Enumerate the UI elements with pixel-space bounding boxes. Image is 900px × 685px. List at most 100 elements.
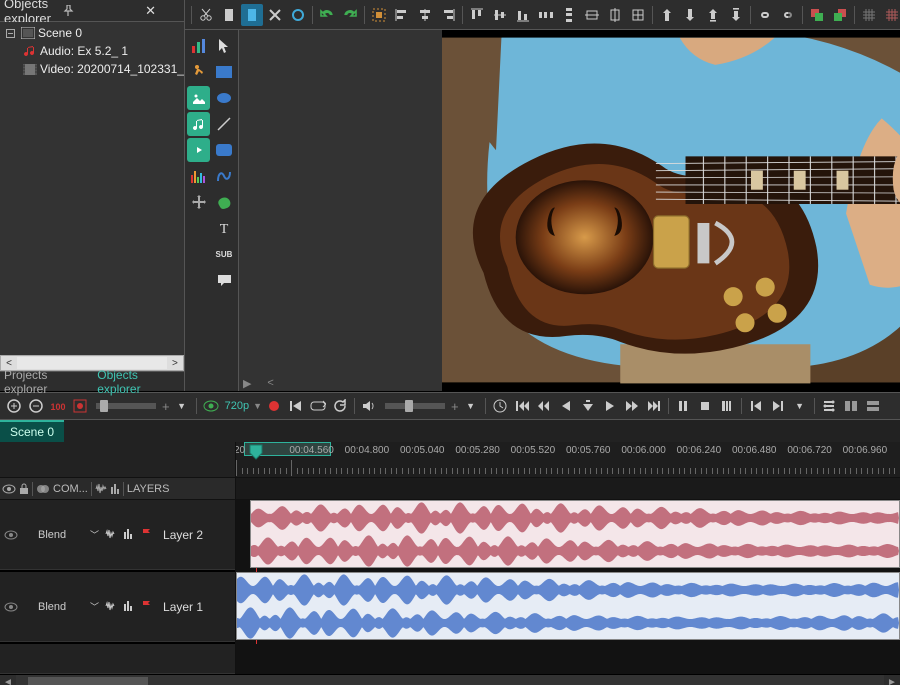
unlink-button[interactable]	[777, 4, 799, 26]
empty-track[interactable]	[0, 644, 235, 674]
group-selection-button[interactable]	[368, 4, 390, 26]
scroll-right-icon[interactable]: ►	[884, 675, 900, 685]
motion-tool-button[interactable]	[187, 60, 211, 84]
layer-name[interactable]: Layer 1	[163, 600, 203, 614]
link-button[interactable]	[754, 4, 776, 26]
image-tool-button[interactable]	[187, 86, 211, 110]
distribute-h-button[interactable]	[535, 4, 557, 26]
move-tool-button[interactable]	[187, 190, 211, 214]
send-to-back-button[interactable]	[725, 4, 747, 26]
step-f-button[interactable]	[717, 396, 737, 416]
bars-icon[interactable]	[110, 483, 120, 495]
same-width-button[interactable]	[581, 4, 603, 26]
rect-tool-button[interactable]	[241, 4, 263, 26]
zoom-dropdown-button[interactable]: ▼	[172, 396, 192, 416]
close-panel-button[interactable]: ✕	[121, 3, 180, 19]
blend-mode[interactable]: Blend	[38, 601, 86, 613]
tree-item-scene[interactable]: Scene 0	[0, 24, 184, 42]
grid-1-button[interactable]	[858, 4, 880, 26]
stop-2-button[interactable]	[695, 396, 715, 416]
align-center-h-button[interactable]	[414, 4, 436, 26]
blob-tool-button[interactable]	[212, 190, 236, 214]
blend-icon[interactable]	[36, 483, 50, 495]
rewind-button[interactable]	[534, 396, 554, 416]
text-tool-button[interactable]: T	[212, 216, 236, 240]
track-header[interactable]: Blend ﹀ Layer 1	[0, 572, 235, 642]
volume-dropdown-button[interactable]: ▼	[461, 396, 481, 416]
flag-icon[interactable]	[139, 601, 153, 612]
align-right-button[interactable]	[437, 4, 459, 26]
chevron-down-icon[interactable]: ﹀	[90, 528, 99, 541]
tree-item-audio[interactable]: Audio: Ex 5.2_ 1	[0, 42, 184, 60]
rectangle-tool-button[interactable]	[212, 60, 236, 84]
refresh-button[interactable]	[330, 396, 350, 416]
zoom-100-button[interactable]: 100	[48, 396, 68, 416]
settings-3-button[interactable]	[863, 396, 883, 416]
subtitle-tool-button[interactable]: SUB	[212, 242, 236, 266]
track-header[interactable]: Blend ﹀ Layer 2	[0, 500, 235, 570]
record-button[interactable]	[264, 396, 284, 416]
preview-eye-button[interactable]	[201, 396, 221, 416]
timeline-h-scrollbar[interactable]: ◄ ►	[0, 674, 900, 685]
marker-next-button[interactable]	[768, 396, 788, 416]
undo-button[interactable]	[316, 4, 338, 26]
preview-viewport[interactable]: ▶ <	[239, 30, 900, 391]
bars-icon[interactable]	[121, 529, 135, 540]
redo-button[interactable]	[339, 4, 361, 26]
waveform-icon[interactable]	[103, 529, 117, 540]
clone-1-button[interactable]	[806, 4, 828, 26]
align-bottom-button[interactable]	[512, 4, 534, 26]
audio-clip[interactable]	[236, 572, 900, 640]
scroll-left-icon[interactable]: ◄	[0, 675, 16, 685]
stop-button[interactable]	[578, 396, 598, 416]
bring-to-front-button[interactable]	[702, 4, 724, 26]
audio-tool-button[interactable]	[187, 112, 211, 136]
bring-forward-button[interactable]	[656, 4, 678, 26]
volume-button[interactable]	[359, 396, 379, 416]
layer-name[interactable]: Layer 2	[163, 528, 203, 542]
settings-1-button[interactable]	[819, 396, 839, 416]
flag-icon[interactable]	[139, 529, 153, 540]
distribute-v-button[interactable]	[558, 4, 580, 26]
comment-tool-button[interactable]	[212, 268, 236, 292]
minus-icon[interactable]	[2, 25, 18, 41]
eye-icon[interactable]	[4, 602, 20, 612]
settings-2-button[interactable]	[841, 396, 861, 416]
x-tool-button[interactable]	[264, 4, 286, 26]
fit-button[interactable]	[70, 396, 90, 416]
chevron-left-icon[interactable]: <	[267, 377, 273, 389]
circle-tool-button[interactable]	[287, 4, 309, 26]
clock-button[interactable]	[490, 396, 510, 416]
time-ruler[interactable]: 2000:04.56000:04.80000:05.04000:05.28000…	[236, 442, 900, 477]
prev-frame-button[interactable]	[556, 396, 576, 416]
waveform-icon[interactable]	[103, 601, 117, 612]
scroll-thumb[interactable]	[28, 677, 148, 685]
tree-item-video[interactable]: Video: 20200714_102331_	[0, 60, 184, 78]
tab-objects-explorer[interactable]: Objects explorer	[97, 368, 180, 396]
scene-tab[interactable]: Scene 0	[0, 420, 64, 442]
same-size-button[interactable]	[627, 4, 649, 26]
audio-clip[interactable]	[250, 500, 900, 568]
marker-dropdown-button[interactable]: ▼	[790, 396, 810, 416]
forward-button[interactable]	[622, 396, 642, 416]
align-top-button[interactable]	[466, 4, 488, 26]
equalizer-tool-button[interactable]	[187, 164, 211, 188]
same-height-button[interactable]	[604, 4, 626, 26]
zoom-out-button[interactable]	[26, 396, 46, 416]
volume-slider[interactable]	[385, 403, 445, 409]
go-start-button[interactable]	[512, 396, 532, 416]
quality-label[interactable]: 720p	[223, 400, 251, 412]
align-left-button[interactable]	[391, 4, 413, 26]
chart-tool-button[interactable]	[187, 34, 211, 58]
blend-mode[interactable]: Blend	[38, 529, 86, 541]
zoom-slider[interactable]	[96, 403, 156, 409]
zoom-in-button[interactable]	[4, 396, 24, 416]
marker-prev-button[interactable]	[746, 396, 766, 416]
skip-start-2-button[interactable]	[286, 396, 306, 416]
play-button[interactable]	[600, 396, 620, 416]
go-end-button[interactable]	[644, 396, 664, 416]
waveform-icon[interactable]	[95, 483, 107, 495]
lock-icon[interactable]	[19, 483, 29, 495]
select-tool-button[interactable]	[218, 4, 240, 26]
pin-icon[interactable]	[63, 5, 122, 16]
